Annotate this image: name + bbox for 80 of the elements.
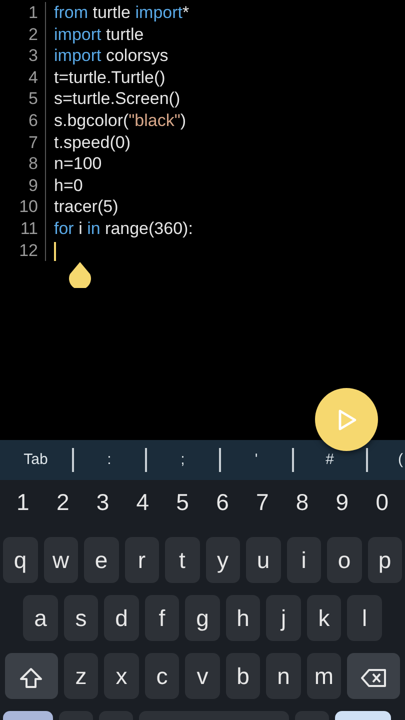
keyboard-key[interactable]: 7 [242, 485, 282, 520]
code-token: range(360): [104, 218, 193, 238]
keyboard-key[interactable]: b [226, 653, 260, 699]
toolbar-key[interactable]: ( [368, 448, 405, 472]
backspace-icon [360, 668, 388, 688]
keyboard-key[interactable]: 3 [82, 485, 123, 520]
keyboard-key[interactable]: j [266, 595, 301, 641]
keyboard-key[interactable]: t [165, 537, 200, 583]
keyboard-key[interactable]: k [306, 595, 342, 641]
keyboard-key[interactable]: m [306, 653, 342, 699]
keyboard-key[interactable]: i [286, 537, 321, 583]
cursor-handle[interactable] [68, 262, 92, 288]
code-token: tracer(5) [54, 197, 118, 216]
keyboard-key[interactable]: 8 [282, 485, 322, 520]
code-token: import [54, 24, 102, 44]
keyboard-key[interactable]: r [124, 537, 159, 583]
keyboard-key[interactable]: 6 [202, 485, 242, 520]
shift-icon [19, 666, 44, 689]
code-token: for [54, 218, 74, 238]
code-token: h=0 [54, 176, 83, 195]
code-token: s.bgcolor( [54, 110, 129, 130]
code-token: i [78, 218, 84, 238]
code-token: turtle [92, 3, 132, 22]
line-number: 8 [0, 153, 46, 175]
line-number: 6 [0, 110, 46, 132]
toolbar-key[interactable]: # [294, 448, 368, 472]
line-number: 2 [0, 24, 46, 46]
keyboard-key[interactable]: q [3, 537, 38, 583]
shift-key[interactable] [4, 653, 58, 699]
keyboard-key[interactable]: 5 [162, 485, 203, 520]
toolbar-key[interactable]: ; [147, 448, 220, 472]
code-token: in [87, 218, 100, 238]
keyboard-key[interactable]: a [23, 595, 58, 641]
code-token: "black" [128, 110, 180, 130]
toolbar-key[interactable]: : [74, 448, 147, 472]
keyboard-key[interactable]: e [84, 537, 118, 583]
keyboard-key[interactable]: u [246, 537, 280, 583]
keyboard-key[interactable]: v [185, 653, 220, 699]
line-number: 12 [0, 240, 46, 262]
keyboard-key[interactable]: 2 [42, 485, 83, 520]
keyboard-key[interactable]: o [327, 537, 362, 583]
keyboard-key[interactable]: 0 [362, 485, 402, 520]
code-token: from [54, 3, 88, 22]
keyboard-key[interactable]: s [64, 595, 98, 641]
line-number: 5 [0, 88, 46, 110]
keyboard-key[interactable]: p [368, 537, 402, 583]
keyboard-key[interactable]: 1 [3, 485, 43, 520]
toolbar-key[interactable]: Tab [0, 448, 74, 472]
keyboard-key[interactable]: 9 [322, 485, 362, 520]
keyboard-key[interactable]: z [64, 653, 98, 699]
keyboard-key[interactable]: d [104, 595, 139, 641]
keyboard-key[interactable]: g [185, 595, 220, 641]
keyboard-key[interactable]: 4 [122, 485, 163, 520]
code-token: s=turtle.Screen() [54, 89, 180, 108]
keyboard-key[interactable]: l [347, 595, 382, 641]
keyboard-key[interactable]: f [144, 595, 180, 641]
code-token: import [135, 3, 182, 22]
line-number: 11 [0, 218, 46, 240]
code-token: ) [180, 110, 186, 130]
code-token: import [54, 46, 102, 66]
line-number: 3 [0, 45, 46, 67]
code-token: t.speed(0) [54, 132, 131, 152]
keyboard-key[interactable]: c [144, 653, 180, 699]
keyboard-key[interactable]: x [104, 653, 139, 699]
keyboard-key[interactable]: n [266, 653, 301, 699]
line-number: 4 [0, 66, 46, 88]
line-number: 7 [0, 132, 46, 154]
keyboard-key[interactable]: h [226, 595, 260, 641]
line-number: 9 [0, 174, 46, 196]
line-number: 1 [0, 2, 46, 24]
code-token: * [182, 3, 190, 22]
code-token: colorsys [104, 46, 168, 66]
keyboard-key[interactable]: y [206, 537, 240, 583]
backspace-key[interactable] [347, 653, 400, 699]
keyboard-key[interactable]: w [44, 537, 78, 583]
toolbar-key[interactable]: ' [220, 448, 294, 472]
code-token: t=turtle.Turtle() [54, 68, 166, 87]
code-token: turtle [104, 24, 144, 44]
code-token: n=100 [54, 154, 102, 174]
line-number: 10 [0, 196, 46, 218]
